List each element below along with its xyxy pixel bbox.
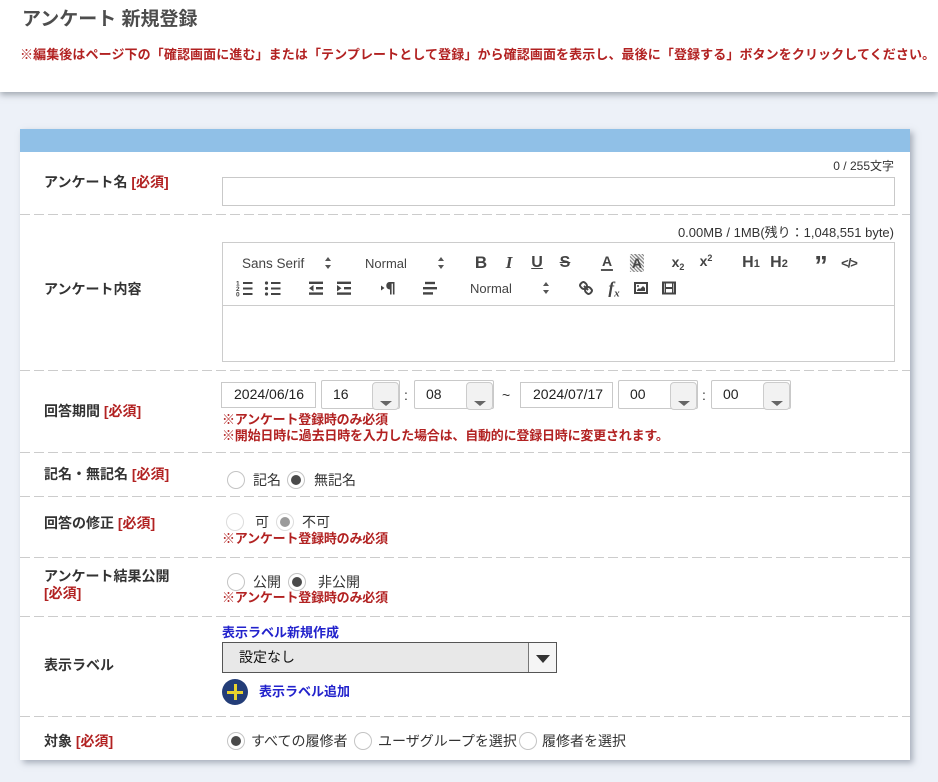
svg-text:0: 0	[236, 292, 240, 298]
